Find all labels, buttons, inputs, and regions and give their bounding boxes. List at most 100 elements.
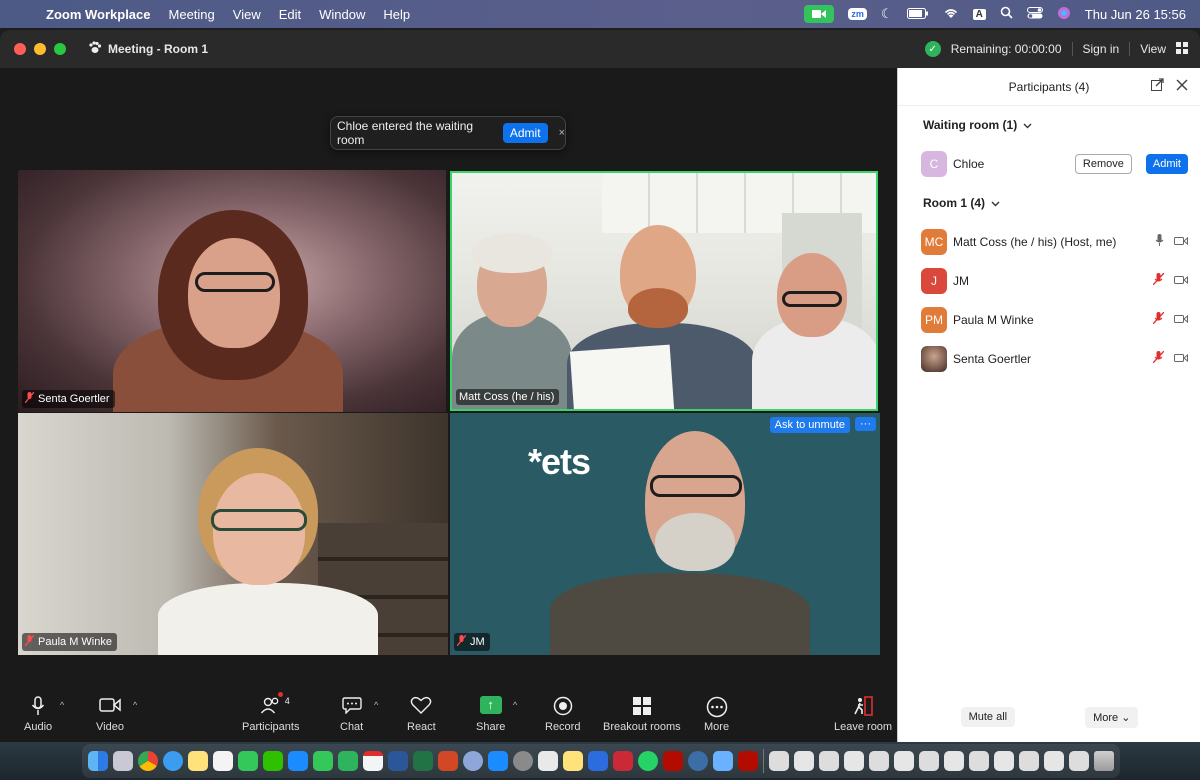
keynote-icon[interactable] bbox=[288, 751, 308, 771]
video-tile-jm[interactable]: *ets Ask to unmute ··· JM bbox=[450, 413, 880, 655]
participant-row[interactable]: MC Matt Coss (he / his) (Host, me) bbox=[898, 222, 1200, 261]
launchpad-icon[interactable] bbox=[113, 751, 133, 771]
pop-out-icon[interactable] bbox=[1151, 78, 1164, 94]
participants-button[interactable]: 4 Participants bbox=[242, 692, 299, 733]
safari-icon[interactable] bbox=[163, 751, 183, 771]
audio-options-caret-icon[interactable]: ^ bbox=[60, 700, 64, 710]
minimized-window-thumbnail[interactable] bbox=[869, 751, 889, 771]
participant-row[interactable]: Senta Goertler bbox=[898, 339, 1200, 378]
app-icon[interactable] bbox=[463, 751, 483, 771]
menu-edit[interactable]: Edit bbox=[279, 7, 301, 22]
acrobat-reader-icon[interactable] bbox=[738, 751, 758, 771]
remove-button[interactable]: Remove bbox=[1074, 154, 1132, 174]
chat-button[interactable]: Chat bbox=[340, 696, 363, 733]
video-tile-senta[interactable]: Senta Goertler bbox=[18, 170, 446, 412]
stickies-icon[interactable] bbox=[563, 751, 583, 771]
minimized-window-thumbnail[interactable] bbox=[894, 751, 914, 771]
video-camera-icon[interactable] bbox=[1174, 352, 1188, 366]
chat-options-caret-icon[interactable]: ^ bbox=[374, 700, 378, 710]
preview-icon[interactable] bbox=[538, 751, 558, 771]
video-button[interactable]: Video bbox=[96, 696, 124, 733]
zoom-app-icon[interactable] bbox=[588, 751, 608, 771]
minimized-window-thumbnail[interactable] bbox=[1044, 751, 1064, 771]
app-store-icon[interactable] bbox=[488, 751, 508, 771]
mic-muted-icon[interactable] bbox=[1152, 350, 1165, 366]
video-tile-matt[interactable]: Matt Coss (he / his) bbox=[450, 171, 878, 411]
waiting-room-section-title[interactable]: Waiting room (1) bbox=[898, 106, 1200, 144]
battery-icon[interactable] bbox=[906, 7, 929, 22]
menu-view[interactable]: View bbox=[233, 7, 261, 22]
minimized-window-thumbnail[interactable] bbox=[769, 751, 789, 771]
video-camera-icon[interactable] bbox=[1174, 274, 1188, 288]
more-button[interactable]: More bbox=[704, 696, 729, 733]
grid-view-icon[interactable] bbox=[1176, 41, 1188, 57]
mic-muted-icon[interactable] bbox=[1152, 272, 1165, 288]
zotero-icon[interactable] bbox=[613, 751, 633, 771]
whatsapp-icon[interactable] bbox=[638, 751, 658, 771]
video-options-caret-icon[interactable]: ^ bbox=[133, 700, 137, 710]
minimize-window-button[interactable] bbox=[34, 43, 46, 55]
record-button[interactable]: Record bbox=[545, 696, 580, 733]
freeform-icon[interactable] bbox=[213, 751, 233, 771]
wechat-icon[interactable] bbox=[263, 751, 283, 771]
share-button[interactable]: ↑ Share bbox=[476, 696, 505, 733]
room-section-title[interactable]: Room 1 (4) bbox=[898, 184, 1200, 222]
calendar-app-icon[interactable] bbox=[363, 751, 383, 771]
acrobat-icon[interactable] bbox=[663, 751, 683, 771]
moon-icon[interactable]: ☾ bbox=[881, 6, 893, 22]
video-camera-icon[interactable] bbox=[1174, 235, 1188, 249]
participant-row[interactable]: J JM bbox=[898, 261, 1200, 300]
view-button[interactable]: View bbox=[1140, 42, 1166, 56]
input-source-icon[interactable]: A bbox=[972, 8, 986, 20]
mic-icon[interactable] bbox=[1155, 234, 1164, 249]
mute-all-button[interactable]: Mute all bbox=[960, 707, 1016, 727]
minimized-window-thumbnail[interactable] bbox=[944, 751, 964, 771]
zoom-status-icon[interactable]: zm bbox=[848, 8, 867, 20]
numbers-icon[interactable] bbox=[338, 751, 358, 771]
sign-in-button[interactable]: Sign in bbox=[1083, 42, 1120, 56]
camera-in-use-icon[interactable] bbox=[804, 5, 835, 23]
powerpoint-icon[interactable] bbox=[438, 751, 458, 771]
messages-icon[interactable] bbox=[238, 751, 258, 771]
minimized-window-thumbnail[interactable] bbox=[794, 751, 814, 771]
mic-muted-icon[interactable] bbox=[1152, 311, 1165, 327]
word-icon[interactable] bbox=[388, 751, 408, 771]
minimized-window-thumbnail[interactable] bbox=[994, 751, 1014, 771]
menu-app-name[interactable]: Zoom Workplace bbox=[46, 7, 151, 22]
chrome-icon[interactable] bbox=[138, 751, 158, 771]
excel-icon[interactable] bbox=[413, 751, 433, 771]
control-center-icon[interactable] bbox=[1026, 6, 1043, 22]
admit-button[interactable]: Admit bbox=[1145, 154, 1188, 174]
facetime-icon[interactable] bbox=[313, 751, 333, 771]
leave-room-button[interactable]: Leave room bbox=[834, 696, 892, 733]
minimized-window-thumbnail[interactable] bbox=[819, 751, 839, 771]
clock[interactable]: Thu Jun 26 15:56 bbox=[1085, 7, 1186, 22]
close-panel-icon[interactable] bbox=[1176, 78, 1188, 94]
minimized-window-thumbnail[interactable] bbox=[1019, 751, 1039, 771]
menu-meeting[interactable]: Meeting bbox=[169, 7, 215, 22]
mail-icon[interactable] bbox=[713, 751, 733, 771]
minimized-window-thumbnail[interactable] bbox=[919, 751, 939, 771]
minimized-window-thumbnail[interactable] bbox=[969, 751, 989, 771]
search-icon[interactable] bbox=[1000, 6, 1013, 22]
encryption-shield-icon[interactable]: ✓ bbox=[924, 41, 941, 57]
video-tile-paula[interactable]: Paula M Winke bbox=[18, 413, 448, 655]
finder-icon[interactable] bbox=[88, 751, 108, 771]
trash-icon[interactable] bbox=[1094, 751, 1114, 771]
minimized-window-thumbnail[interactable] bbox=[1069, 751, 1089, 771]
notification-admit-button[interactable]: Admit bbox=[502, 123, 548, 143]
share-options-caret-icon[interactable]: ^ bbox=[513, 700, 517, 710]
menu-window[interactable]: Window bbox=[319, 7, 365, 22]
audio-button[interactable]: Audio bbox=[24, 696, 52, 733]
tile-more-options-button[interactable]: ··· bbox=[855, 417, 876, 431]
system-settings-icon[interactable] bbox=[513, 751, 533, 771]
menu-help[interactable]: Help bbox=[383, 7, 410, 22]
video-camera-icon[interactable] bbox=[1174, 313, 1188, 327]
zoom-window-button[interactable] bbox=[54, 43, 66, 55]
ask-to-unmute-button[interactable]: Ask to unmute bbox=[769, 417, 850, 433]
minimized-window-thumbnail[interactable] bbox=[844, 751, 864, 771]
more-button[interactable]: More ⌄ bbox=[1085, 706, 1139, 728]
wifi-icon[interactable] bbox=[943, 7, 959, 22]
participant-row[interactable]: PM Paula M Winke bbox=[898, 300, 1200, 339]
notification-close-button[interactable]: × bbox=[559, 127, 565, 139]
